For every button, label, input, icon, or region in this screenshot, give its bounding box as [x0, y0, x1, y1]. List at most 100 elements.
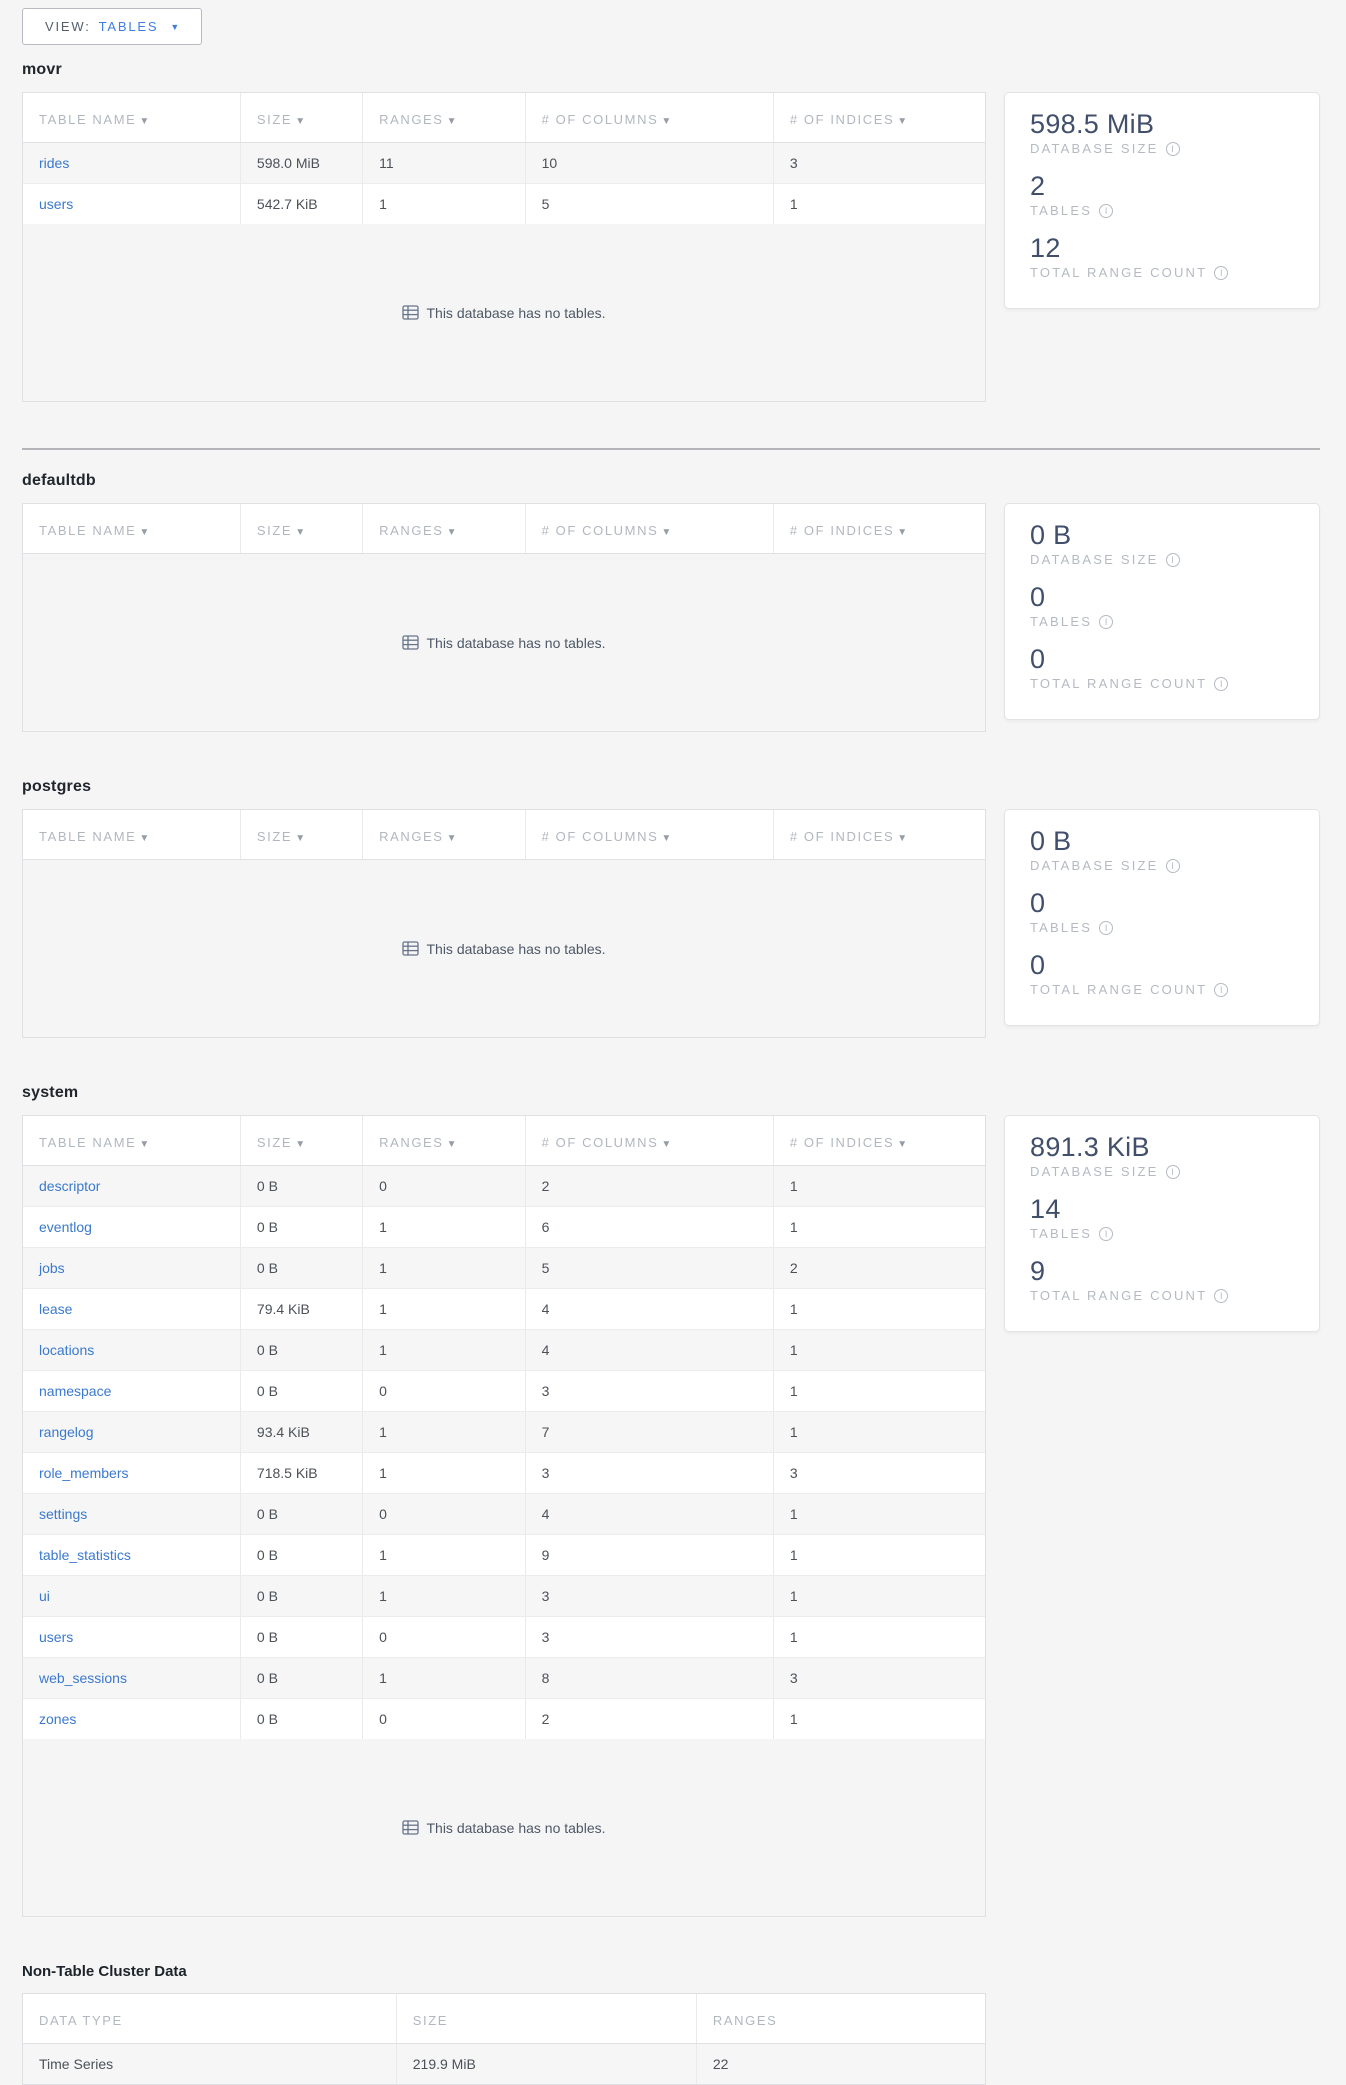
info-icon[interactable]: i: [1214, 677, 1228, 691]
column-header-columns[interactable]: # OF COLUMNS▼: [525, 93, 773, 143]
cell-ranges: 11: [363, 143, 526, 184]
table-name-link[interactable]: users: [39, 196, 73, 212]
sort-caret-icon: ▼: [897, 116, 909, 127]
view-dropdown[interactable]: VIEW: TABLES ▼: [22, 8, 202, 45]
cell-ranges: 1: [363, 184, 526, 225]
cell-indices: 2: [773, 1248, 985, 1289]
database-table: TABLE NAME▼ SIZE▼ RANGES▼ # OF COLUMNS▼ …: [22, 809, 986, 1038]
table-name-link[interactable]: users: [39, 1629, 73, 1645]
table-row: ui 0 B 1 3 1: [23, 1576, 985, 1617]
column-header-table-name[interactable]: TABLE NAME▼: [23, 504, 240, 554]
cell-size: 0 B: [240, 1330, 362, 1371]
column-header-ranges[interactable]: RANGES▼: [363, 93, 526, 143]
cell-indices: 1: [773, 1371, 985, 1412]
database-summary-card: 598.5 MiB DATABASE SIZE i 2 TABLES i 12: [1004, 92, 1320, 309]
table-name-link[interactable]: rides: [39, 155, 69, 171]
empty-database-text: This database has no tables.: [426, 1820, 605, 1836]
table-name-link[interactable]: zones: [39, 1711, 76, 1727]
range-count-value: 0: [1030, 644, 1295, 675]
column-header-ranges[interactable]: RANGES▼: [363, 1116, 526, 1166]
stat-range-count: 0 TOTAL RANGE COUNT i: [1030, 950, 1295, 997]
table-name-link[interactable]: jobs: [39, 1260, 65, 1276]
column-header-columns[interactable]: # OF COLUMNS▼: [525, 810, 773, 860]
column-header-size[interactable]: SIZE▼: [240, 504, 362, 554]
cell-columns: 2: [525, 1166, 773, 1207]
table-name-link[interactable]: ui: [39, 1588, 50, 1604]
range-count-label: TOTAL RANGE COUNT: [1030, 676, 1207, 691]
table-row: namespace 0 B 0 3 1: [23, 1371, 985, 1412]
database-table: TABLE NAME▼ SIZE▼ RANGES▼ # OF COLUMNS▼ …: [22, 92, 986, 402]
info-icon[interactable]: i: [1166, 859, 1180, 873]
database-name-heading: movr: [22, 61, 1320, 79]
cell-indices: 1: [773, 1576, 985, 1617]
table-count-label: TABLES: [1030, 614, 1092, 629]
table-name-link[interactable]: role_members: [39, 1465, 128, 1481]
table-count-value: 14: [1030, 1194, 1295, 1225]
database-summary-card: 0 B DATABASE SIZE i 0 TABLES i 0: [1004, 503, 1320, 720]
table-name-link[interactable]: rangelog: [39, 1424, 94, 1440]
column-header-indices[interactable]: # OF INDICES▼: [773, 1116, 985, 1166]
cell-size: 219.9 MiB: [396, 2044, 696, 2085]
table-row: web_sessions 0 B 1 8 3: [23, 1658, 985, 1699]
cell-columns: 2: [525, 1699, 773, 1740]
cell-indices: 3: [773, 143, 985, 184]
cell-size: 0 B: [240, 1494, 362, 1535]
view-dropdown-value: TABLES: [99, 19, 159, 34]
column-header-indices[interactable]: # OF INDICES▼: [773, 504, 985, 554]
column-header-table-name[interactable]: TABLE NAME▼: [23, 1116, 240, 1166]
sort-caret-icon: ▼: [139, 116, 151, 127]
table-name-link[interactable]: web_sessions: [39, 1670, 127, 1686]
empty-database-message: This database has no tables.: [23, 224, 985, 401]
info-icon[interactable]: i: [1166, 553, 1180, 567]
column-header-size[interactable]: SIZE▼: [240, 93, 362, 143]
sort-caret-icon: ▼: [661, 833, 673, 844]
empty-database-text: This database has no tables.: [426, 305, 605, 321]
table-count-value: 0: [1030, 582, 1295, 613]
sort-caret-icon: ▼: [897, 527, 909, 538]
cell-columns: 7: [525, 1412, 773, 1453]
info-icon[interactable]: i: [1099, 204, 1113, 218]
info-icon[interactable]: i: [1099, 921, 1113, 935]
range-count-label: TOTAL RANGE COUNT: [1030, 1288, 1207, 1303]
info-icon[interactable]: i: [1166, 1165, 1180, 1179]
cell-ranges: 0: [363, 1699, 526, 1740]
column-header-table-name[interactable]: TABLE NAME▼: [23, 93, 240, 143]
column-header-size[interactable]: SIZE▼: [240, 1116, 362, 1166]
table-name-link[interactable]: settings: [39, 1506, 87, 1522]
stat-database-size: 0 B DATABASE SIZE i: [1030, 520, 1295, 567]
column-header-ranges[interactable]: RANGES▼: [363, 504, 526, 554]
cell-ranges: 1: [363, 1535, 526, 1576]
table-name-link[interactable]: descriptor: [39, 1178, 100, 1194]
table-name-link[interactable]: table_statistics: [39, 1547, 131, 1563]
info-icon[interactable]: i: [1166, 142, 1180, 156]
cell-indices: 1: [773, 1166, 985, 1207]
info-icon[interactable]: i: [1214, 1289, 1228, 1303]
cell-ranges: 1: [363, 1576, 526, 1617]
table-name-link[interactable]: lease: [39, 1301, 72, 1317]
cell-columns: 4: [525, 1330, 773, 1371]
table-row: descriptor 0 B 0 2 1: [23, 1166, 985, 1207]
info-icon[interactable]: i: [1214, 983, 1228, 997]
database-name-heading: postgres: [22, 778, 1320, 796]
column-header-columns[interactable]: # OF COLUMNS▼: [525, 504, 773, 554]
column-header-size[interactable]: SIZE▼: [240, 810, 362, 860]
info-icon[interactable]: i: [1099, 1227, 1113, 1241]
table-name-link[interactable]: namespace: [39, 1383, 111, 1399]
table-row: users 0 B 0 3 1: [23, 1617, 985, 1658]
database-name-heading: defaultdb: [22, 472, 1320, 490]
column-header-table-name[interactable]: TABLE NAME▼: [23, 810, 240, 860]
info-icon[interactable]: i: [1099, 615, 1113, 629]
database-size-value: 0 B: [1030, 826, 1295, 857]
column-header-ranges[interactable]: RANGES▼: [363, 810, 526, 860]
column-header-indices[interactable]: # OF INDICES▼: [773, 93, 985, 143]
column-header-indices[interactable]: # OF INDICES▼: [773, 810, 985, 860]
table-count-label: TABLES: [1030, 1226, 1092, 1241]
cell-columns: 4: [525, 1494, 773, 1535]
info-icon[interactable]: i: [1214, 266, 1228, 280]
column-header-columns[interactable]: # OF COLUMNS▼: [525, 1116, 773, 1166]
database-section: defaultdb TABLE NAME▼ SIZE▼ RANGES▼ # OF…: [22, 472, 1320, 732]
range-count-value: 0: [1030, 950, 1295, 981]
non-table-cluster-data-section: Non-Table Cluster Data DATA TYPE SIZE RA…: [22, 1963, 1320, 2085]
table-name-link[interactable]: locations: [39, 1342, 94, 1358]
table-name-link[interactable]: eventlog: [39, 1219, 92, 1235]
